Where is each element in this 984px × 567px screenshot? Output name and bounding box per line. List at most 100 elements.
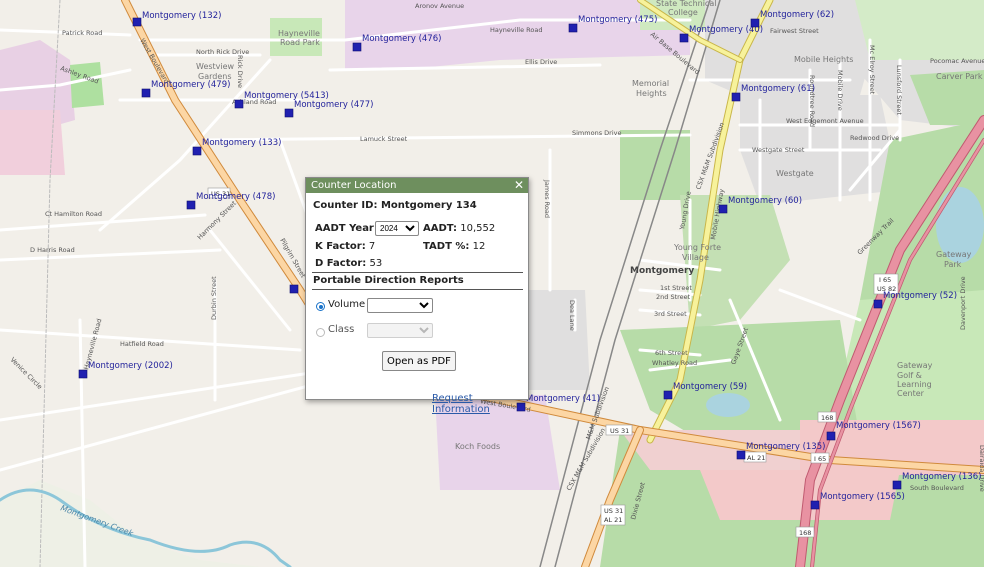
counter-label[interactable]: Montgomery (475) (578, 15, 657, 25)
counter-marker[interactable] (78, 369, 88, 379)
counter-marker[interactable] (718, 204, 728, 214)
close-icon[interactable]: ✕ (514, 178, 524, 193)
svg-text:Park: Park (944, 260, 962, 269)
counter-id-label: Counter ID: (313, 200, 378, 211)
svg-text:Rick Drive: Rick Drive (236, 55, 244, 88)
svg-text:James Road: James Road (543, 179, 551, 218)
counter-marker[interactable] (810, 500, 820, 510)
svg-text:Fairwest Street: Fairwest Street (770, 27, 819, 35)
svg-text:Village: Village (682, 253, 709, 262)
counter-label[interactable]: Montgomery (60) (728, 196, 802, 206)
svg-text:Golf &: Golf & (897, 371, 922, 380)
svg-text:Learning: Learning (897, 380, 932, 389)
svg-text:Westgate Street: Westgate Street (752, 146, 805, 154)
counter-label[interactable]: Montgomery (62) (760, 10, 834, 20)
counter-marker[interactable] (892, 480, 902, 490)
counter-marker[interactable] (663, 390, 673, 400)
counter-marker[interactable] (234, 99, 244, 109)
counter-marker[interactable] (873, 299, 883, 309)
svg-text:Ct Hamilton Road: Ct Hamilton Road (45, 210, 102, 218)
svg-text:Montgomery: Montgomery (630, 266, 694, 276)
svg-text:2nd Street: 2nd Street (656, 293, 691, 301)
counter-marker[interactable] (141, 88, 151, 98)
counter-label[interactable]: Montgomery (133) (202, 138, 281, 148)
counter-label[interactable]: Montgomery (136) (902, 472, 981, 482)
counter-id-value: Montgomery 134 (380, 200, 477, 211)
counter-label[interactable]: Montgomery (132) (142, 11, 221, 21)
aadt-year-select[interactable]: 2024 (375, 221, 419, 236)
svg-text:1st Street: 1st Street (660, 284, 692, 292)
open-as-pdf-button[interactable]: Open as PDF (382, 351, 456, 371)
svg-text:Dalraida Drive: Dalraida Drive (978, 445, 984, 492)
svg-text:US 31: US 31 (604, 507, 623, 515)
counter-marker[interactable] (679, 33, 689, 43)
aadt-year-label: AADT Year: (315, 223, 378, 234)
counter-label[interactable]: Montgomery (41) (526, 394, 600, 404)
aadt-value: 10,552 (460, 223, 496, 234)
svg-text:Simmons Drive: Simmons Drive (572, 129, 621, 137)
request-information-link[interactable]: Request Information (432, 393, 528, 415)
popup-title: Counter Location (311, 180, 397, 191)
counter-label[interactable]: Montgomery (52) (883, 291, 957, 301)
counter-label[interactable]: Montgomery (135) (746, 442, 825, 452)
svg-text:Lunsford Street: Lunsford Street (895, 65, 903, 115)
svg-text:Mobile Drive: Mobile Drive (836, 70, 844, 111)
counter-label[interactable]: Montgomery (59) (673, 382, 747, 392)
svg-text:Pocomac Avenue: Pocomac Avenue (930, 57, 984, 65)
svg-text:Hayneville Road: Hayneville Road (490, 26, 542, 34)
selected-counter-marker[interactable] (289, 284, 299, 294)
svg-text:Hayneville: Hayneville (278, 29, 320, 38)
volume-report-select[interactable] (367, 298, 433, 313)
counter-marker[interactable] (826, 431, 836, 441)
class-report-select[interactable] (367, 323, 433, 338)
tadt-row: TADT %: 12 (423, 241, 485, 252)
svg-text:Koch Foods: Koch Foods (455, 442, 500, 451)
counter-label[interactable]: Montgomery (479) (151, 80, 230, 90)
svg-text:Westgate: Westgate (776, 169, 814, 178)
svg-text:Redwood Drive: Redwood Drive (850, 134, 899, 142)
counter-marker[interactable] (186, 200, 196, 210)
svg-text:D Harris Road: D Harris Road (30, 246, 75, 254)
class-label: Class (328, 324, 355, 335)
svg-text:Durbin Street: Durbin Street (210, 276, 218, 320)
counter-marker[interactable] (568, 23, 578, 33)
counter-marker[interactable] (284, 108, 294, 118)
counter-label[interactable]: Montgomery (478) (196, 192, 275, 202)
svg-text:West Edgemont Avenue: West Edgemont Avenue (786, 117, 864, 125)
counter-marker[interactable] (750, 18, 760, 28)
svg-text:Young Forte: Young Forte (673, 243, 721, 252)
counter-marker[interactable] (352, 42, 362, 52)
svg-text:Mobile Heights: Mobile Heights (794, 55, 853, 64)
counter-marker[interactable] (132, 17, 142, 27)
d-factor-value: 53 (369, 258, 383, 269)
counter-label[interactable]: Montgomery (1565) (820, 492, 905, 502)
counter-label[interactable]: Montgomery (61) (741, 84, 815, 94)
counter-label[interactable]: Montgomery (477) (294, 100, 373, 110)
svg-text:Hatfield Road: Hatfield Road (120, 340, 164, 348)
svg-text:Aronov Avenue: Aronov Avenue (415, 2, 464, 10)
svg-text:168: 168 (799, 529, 811, 537)
counter-label[interactable]: Montgomery (476) (362, 34, 441, 44)
section-title: Portable Direction Reports (313, 275, 464, 286)
svg-text:168: 168 (821, 414, 833, 422)
counter-marker[interactable] (731, 92, 741, 102)
tadt-label: TADT %: (423, 241, 470, 252)
svg-text:Lamuck Street: Lamuck Street (360, 135, 408, 143)
counter-marker[interactable] (192, 146, 202, 156)
k-factor-value: 7 (368, 241, 376, 252)
counter-label[interactable]: Montgomery (2002) (88, 361, 173, 371)
svg-text:I 65: I 65 (879, 276, 891, 284)
counter-label[interactable]: Montgomery (1567) (836, 421, 921, 431)
svg-text:Dea Lane: Dea Lane (568, 300, 576, 331)
svg-text:College: College (668, 8, 698, 17)
svg-text:Whatley Road: Whatley Road (652, 359, 697, 367)
svg-text:Patrick Road: Patrick Road (62, 29, 102, 37)
class-radio[interactable] (316, 328, 325, 337)
svg-text:I 65: I 65 (814, 455, 826, 463)
counter-marker[interactable] (736, 450, 746, 460)
volume-radio[interactable] (316, 302, 325, 311)
svg-text:Gateway: Gateway (897, 361, 933, 370)
svg-text:Ellis Drive: Ellis Drive (525, 58, 557, 66)
svg-text:AL 21: AL 21 (747, 454, 765, 462)
k-factor-label: K Factor: (315, 241, 366, 252)
